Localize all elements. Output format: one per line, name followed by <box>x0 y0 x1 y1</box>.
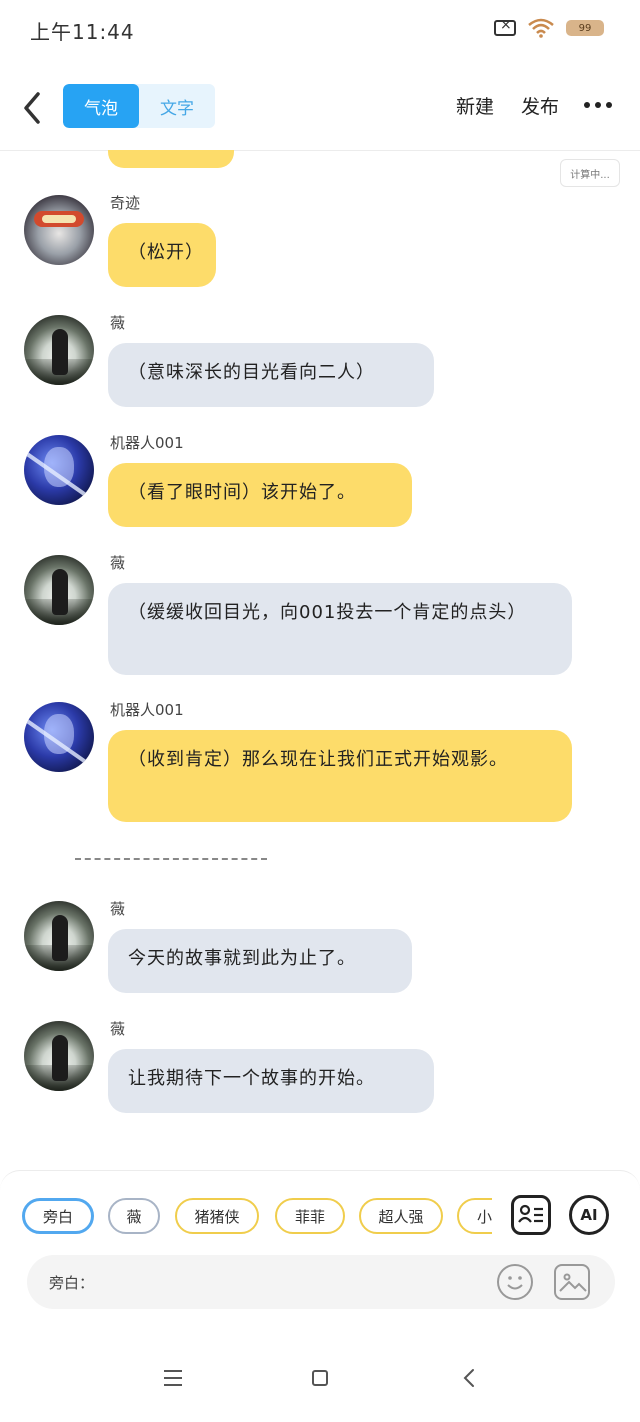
home-icon[interactable] <box>312 1370 328 1386</box>
no-sim-icon <box>494 17 516 36</box>
battery-icon: 99 <box>566 20 604 36</box>
message-bubble[interactable]: 让我期待下一个故事的开始。 <box>108 1049 434 1113</box>
message-composer: 旁白： <box>27 1255 615 1309</box>
new-button[interactable]: 新建 <box>456 92 494 119</box>
sender-name: 奇迹 <box>110 194 141 212</box>
recent-apps-icon[interactable] <box>164 1370 182 1386</box>
speaker-label: 旁白： <box>49 1274 95 1292</box>
role-chip-feifei[interactable]: 菲菲 <box>275 1198 345 1234</box>
sender-name: 薇 <box>110 554 126 572</box>
message-bubble[interactable]: （缓缓收回目光，向001投去一个肯定的点头） <box>108 583 572 675</box>
robot-avatar[interactable] <box>24 435 94 505</box>
role-chip-wei[interactable]: 薇 <box>108 1198 160 1234</box>
night-avatar[interactable] <box>24 1021 94 1091</box>
previous-message-bubble[interactable] <box>108 150 234 168</box>
character-card-icon[interactable] <box>511 1195 551 1235</box>
calculating-badge: 计算中... <box>560 159 620 187</box>
message-bubble[interactable]: （意味深长的目光看向二人） <box>108 343 434 407</box>
night-avatar[interactable] <box>24 555 94 625</box>
status-bar: 上午11:44 99 <box>0 0 640 60</box>
wifi-icon <box>528 18 554 38</box>
image-icon[interactable] <box>554 1264 590 1300</box>
tab-bubble[interactable]: 气泡 <box>63 84 139 128</box>
message-bubble[interactable]: （看了眼时间）该开始了。 <box>108 463 412 527</box>
sender-name: 机器人001 <box>110 701 184 719</box>
emoji-icon[interactable] <box>497 1264 533 1300</box>
robot-avatar[interactable] <box>24 702 94 772</box>
chat-area[interactable]: 计算中... 奇迹 （松开） 薇 （意味深长的目光看向二人） 机器人001 （看… <box>0 150 640 1170</box>
hero-avatar[interactable] <box>24 195 94 265</box>
tab-text[interactable]: 文字 <box>139 84 215 128</box>
sender-name: 薇 <box>110 900 126 918</box>
more-options-icon[interactable] <box>584 102 612 108</box>
night-avatar[interactable] <box>24 901 94 971</box>
sender-name: 薇 <box>110 314 126 332</box>
battery-level: 99 <box>578 22 592 34</box>
top-bar: 气泡 文字 新建 发布 <box>0 70 640 151</box>
status-time: 上午11:44 <box>30 20 135 44</box>
ai-button[interactable]: AI <box>569 1195 609 1235</box>
input-panel: 旁白 薇 猪猪侠 菲菲 超人强 小 AI 旁白： <box>0 1170 640 1339</box>
message-bubble[interactable]: （松开） <box>108 223 216 287</box>
role-chip-chaorenqiang[interactable]: 超人强 <box>359 1198 443 1234</box>
mode-switch: 气泡 文字 <box>63 84 215 128</box>
back-arrow-icon[interactable] <box>18 88 48 128</box>
status-icons: 99 <box>494 17 604 38</box>
role-chip-zhuzhuxia[interactable]: 猪猪侠 <box>175 1198 259 1234</box>
message-bubble[interactable]: （收到肯定）那么现在让我们正式开始观影。 <box>108 730 572 822</box>
sender-name: 机器人001 <box>110 434 184 452</box>
message-input[interactable] <box>97 1265 501 1301</box>
role-chip-more[interactable]: 小 <box>457 1198 492 1234</box>
role-chip-narrator[interactable]: 旁白 <box>22 1198 94 1234</box>
sender-name: 薇 <box>110 1020 126 1038</box>
section-divider <box>75 858 267 860</box>
night-avatar[interactable] <box>24 315 94 385</box>
publish-button[interactable]: 发布 <box>521 92 559 119</box>
role-chip-row[interactable]: 旁白 薇 猪猪侠 菲菲 超人强 小 <box>22 1198 492 1238</box>
nav-back-icon[interactable] <box>460 1368 480 1388</box>
system-nav-bar <box>0 1338 640 1422</box>
message-bubble[interactable]: 今天的故事就到此为止了。 <box>108 929 412 993</box>
